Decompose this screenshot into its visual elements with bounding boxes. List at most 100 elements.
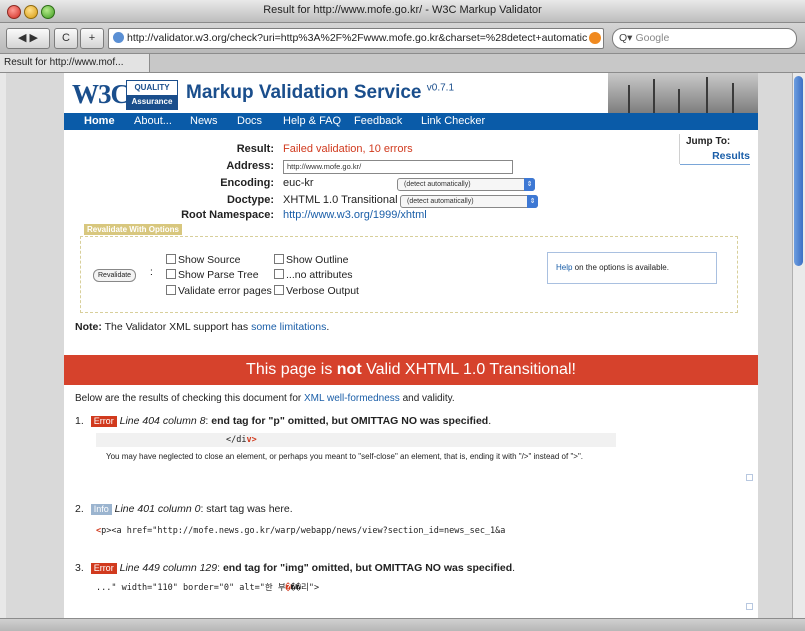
message-number: 3.	[75, 562, 84, 574]
jump-results-link[interactable]: Results	[712, 150, 750, 162]
revalidate-button[interactable]: Revalidate	[93, 269, 137, 282]
note-label: Note:	[75, 321, 102, 333]
invalid-banner: This page is not Valid XHTML 1.0 Transit…	[64, 355, 758, 385]
encoding-select-value: (detect automatically)	[404, 181, 471, 188]
source-text: p><a href="http://mofe.news.go.kr/warp/w…	[101, 526, 506, 536]
error-badge: Error	[90, 563, 117, 574]
message-location: Line 404 column 8	[119, 415, 206, 427]
message-2-source: <p><a href="http://mofe.news.go.kr/warp/…	[96, 524, 505, 538]
checkbox-icon[interactable]	[166, 269, 176, 279]
vertical-scrollbar[interactable]	[792, 73, 805, 618]
window-title: Result for http://www.mofe.go.kr/ - W3C …	[263, 4, 542, 16]
xml-wellformedness-link[interactable]: XML well-formedness	[304, 393, 400, 404]
browser-window: Result for http://www.mofe.go.kr/ - W3C …	[0, 0, 805, 631]
add-bookmark-button[interactable]: +	[80, 28, 104, 49]
header-trees-image	[608, 73, 758, 113]
checkbox-icon[interactable]	[166, 254, 176, 264]
options-help-box: Help on the options is available.	[547, 252, 717, 284]
message-location: Line 401 column 0	[114, 503, 201, 515]
revalidate-colon: :	[150, 267, 153, 278]
validator-page: W3C QUALITY Assurance Markup Validation …	[64, 73, 758, 618]
expand-icon[interactable]	[746, 603, 753, 610]
xml-support-note: Note: The Validator XML support has some…	[75, 321, 329, 333]
w3c-logo[interactable]: W3C	[72, 79, 130, 110]
service-title: Markup Validation Service v0.7.1	[186, 82, 454, 104]
reload-button[interactable]: C	[54, 28, 78, 49]
address-bar-url: http://validator.w3.org/check?uri=http%3…	[127, 32, 588, 44]
nav-help-faq[interactable]: Help & FAQ	[283, 113, 341, 130]
select-arrows-icon: ⇕	[524, 178, 535, 191]
nav-about[interactable]: About...	[134, 113, 172, 130]
message-number: 2.	[75, 503, 84, 515]
option-validate-error-pages[interactable]: Validate error pages	[166, 285, 272, 297]
encoding-label: Encoding:	[220, 177, 274, 189]
checkbox-icon[interactable]	[274, 269, 284, 279]
jump-to-title: Jump To:	[686, 136, 731, 147]
source-text: ..." width="110" border="0" alt="한 부	[96, 583, 286, 593]
message-location: Line 449 column 129	[119, 562, 218, 574]
option-label: ...no attributes	[286, 269, 353, 281]
service-version: v0.7.1	[426, 82, 455, 94]
expand-icon[interactable]	[746, 474, 753, 481]
service-title-text: Markup Validation Service	[186, 82, 422, 103]
nav-link-checker[interactable]: Link Checker	[421, 113, 485, 130]
message-text: start tag was here.	[206, 503, 293, 515]
doctype-select-value: (detect automatically)	[407, 198, 474, 205]
source-highlight: v>	[246, 435, 257, 445]
source-text: ��리">	[290, 583, 320, 593]
address-bar[interactable]: http://validator.w3.org/check?uri=http%3…	[108, 28, 604, 49]
root-namespace-link[interactable]: http://www.w3.org/1999/xhtml	[283, 209, 427, 221]
message-1-source: </div>	[96, 433, 616, 447]
banner-pre: This page is	[246, 361, 337, 378]
error-badge: Error	[90, 416, 117, 427]
option-show-outline[interactable]: Show Outline	[274, 254, 348, 266]
select-arrows-icon: ⇕	[527, 195, 538, 208]
limitations-link[interactable]: some limitations	[251, 321, 326, 333]
address-input[interactable]: http://www.mofe.go.kr/	[283, 160, 513, 174]
scrollbar-thumb[interactable]	[794, 76, 803, 266]
tab-validator[interactable]: Result for http://www.mof...	[0, 54, 150, 72]
doctype-select[interactable]: (detect automatically) ⇕	[400, 195, 538, 208]
option-show-parse-tree[interactable]: Show Parse Tree	[166, 269, 259, 281]
source-text: </di	[226, 435, 247, 445]
note-end: .	[326, 321, 330, 333]
nav-docs[interactable]: Docs	[237, 113, 262, 130]
nav-news[interactable]: News	[190, 113, 218, 130]
search-field[interactable]: Q▾ Google	[612, 28, 797, 49]
option-label: Show Source	[178, 254, 241, 266]
option-label: Verbose Output	[286, 285, 359, 297]
snapback-icon[interactable]	[589, 32, 601, 44]
checkbox-icon[interactable]	[166, 285, 176, 295]
nav-home[interactable]: Home	[84, 113, 115, 130]
qa-logo[interactable]: QUALITY Assurance	[126, 80, 178, 110]
message-1: 1. Error Line 404 column 8: end tag for …	[75, 415, 492, 427]
option-label: Show Parse Tree	[178, 269, 259, 281]
checkbox-icon[interactable]	[274, 285, 284, 295]
nav-feedback[interactable]: Feedback	[354, 113, 402, 130]
doctype-label: Doctype:	[226, 194, 274, 206]
page-header: W3C QUALITY Assurance Markup Validation …	[64, 73, 758, 113]
message-3: 3. Error Line 449 column 129: end tag fo…	[75, 562, 516, 574]
option-label: Validate error pages	[178, 285, 272, 297]
banner-bold: not	[336, 361, 362, 378]
option-no-attributes[interactable]: ...no attributes	[274, 269, 353, 281]
checkbox-icon[interactable]	[274, 254, 284, 264]
message-1-explanation: You may have neglected to close an eleme…	[106, 452, 584, 461]
browser-toolbar: ◀ ▶ C + http://validator.w3.org/check?ur…	[0, 23, 805, 54]
intro-post: and validity.	[399, 393, 455, 404]
info-badge: Info	[90, 504, 112, 515]
jump-to-box: Jump To: Results	[679, 134, 750, 165]
message-number: 1.	[75, 415, 84, 427]
status-bar	[0, 618, 805, 631]
encoding-value: euc-kr	[283, 177, 314, 189]
jump-divider	[680, 164, 750, 165]
message-2: 2. Info Line 401 column 0: start tag was…	[75, 503, 293, 515]
encoding-select[interactable]: (detect automatically) ⇕	[397, 178, 535, 191]
results-intro: Below are the results of checking this d…	[75, 393, 455, 404]
back-forward-button[interactable]: ◀ ▶	[6, 28, 50, 49]
intro-pre: Below are the results of checking this d…	[75, 393, 305, 404]
options-help-text: on the options is available.	[572, 263, 669, 272]
option-show-source[interactable]: Show Source	[166, 254, 240, 266]
options-help-link[interactable]: Help	[556, 263, 572, 272]
option-verbose-output[interactable]: Verbose Output	[274, 285, 359, 297]
